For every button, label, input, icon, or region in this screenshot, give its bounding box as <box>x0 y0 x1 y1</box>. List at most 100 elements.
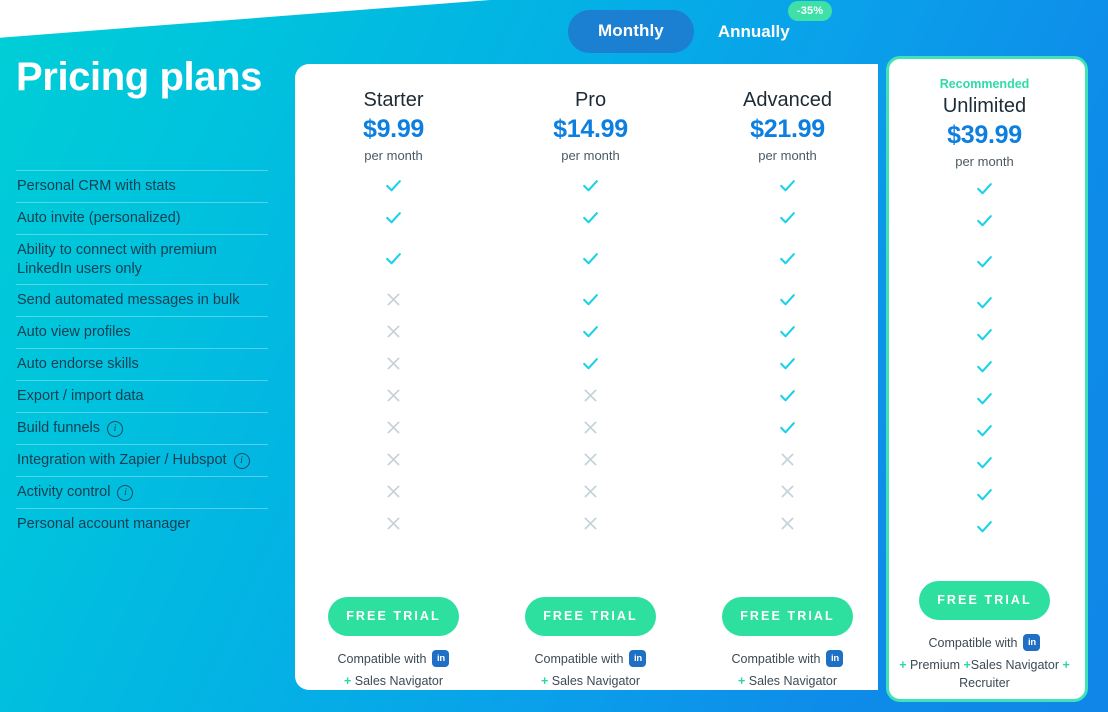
plan-header: Advanced $21.99 per month <box>689 64 886 163</box>
feature-row: Export / import data <box>16 380 268 412</box>
feature-row: Send automated messages in bulk <box>16 284 268 316</box>
feature-excluded-icon <box>295 283 492 315</box>
plan-feature-marks <box>295 169 492 539</box>
compatible-label: Compatible with <box>534 651 624 666</box>
toggle-annually-label: Annually <box>717 21 790 41</box>
page-title: Pricing plans <box>16 55 262 99</box>
compatibility-row: Compatible with in <box>492 650 689 667</box>
linkedin-icon: in <box>432 650 450 667</box>
feature-excluded-icon <box>295 475 492 507</box>
feature-included-icon <box>886 286 1083 318</box>
plan-period: per month <box>364 148 423 163</box>
feature-included-icon <box>689 201 886 233</box>
plan-header: Pro $14.99 per month <box>492 64 689 163</box>
feature-label: Send automated messages in bulk <box>17 292 240 308</box>
feature-included-icon <box>886 446 1083 478</box>
pricing-page: Monthly Annually -35% Pricing plans Pers… <box>0 0 1108 712</box>
plan-column-advanced: Advanced $21.99 per month FREE TRIAL Compati… <box>689 64 886 710</box>
feature-label: Integration with Zapier / Hubspot <box>17 452 227 468</box>
feature-included-icon <box>689 233 886 283</box>
feature-row: Auto endorse skills <box>16 348 268 380</box>
plan-addons: + Sales Navigator <box>540 674 641 688</box>
feature-excluded-icon <box>689 507 886 539</box>
feature-included-icon <box>492 233 689 283</box>
feature-included-icon <box>492 283 689 315</box>
feature-row: Activity control i <box>16 476 268 508</box>
feature-excluded-icon <box>492 475 689 507</box>
compatibility-row: Compatible with in <box>886 634 1083 651</box>
feature-included-icon <box>886 236 1083 286</box>
plan-footer: FREE TRIAL Compatible with in + Sales Navig… <box>492 597 689 690</box>
feature-included-icon <box>689 283 886 315</box>
plan-footer: FREE TRIAL Compatible with in + Sales Navig… <box>295 597 492 690</box>
plan-period: per month <box>758 148 817 163</box>
compatibility-row: Compatible with in <box>295 650 492 667</box>
feature-label: Activity control <box>17 484 111 500</box>
plan-column-unlimited: Recommended Unlimited $39.99 per month FREE … <box>886 64 1083 710</box>
recommended-badge: Recommended <box>939 77 1030 91</box>
linkedin-icon: in <box>826 650 844 667</box>
plan-price: $14.99 <box>553 115 628 143</box>
feature-excluded-icon <box>492 507 689 539</box>
plan-feature-marks <box>492 169 689 539</box>
feature-label: Export / import data <box>17 388 144 404</box>
plan-name: Pro <box>574 89 607 111</box>
feature-label: Personal CRM with stats <box>17 178 176 194</box>
feature-row: Build funnels i <box>16 412 268 444</box>
compatibility-row: Compatible with in <box>689 650 886 667</box>
feature-included-icon <box>689 169 886 201</box>
plan-price: $21.99 <box>750 115 825 143</box>
info-icon[interactable]: i <box>117 484 134 501</box>
feature-included-icon <box>886 350 1083 382</box>
toggle-annually[interactable]: Annually -35% <box>717 0 833 42</box>
plan-header: Recommended Unlimited $39.99 per month <box>886 64 1083 169</box>
feature-included-icon <box>295 201 492 233</box>
feature-included-icon <box>492 315 689 347</box>
plan-addons: + Sales Navigator <box>737 674 838 688</box>
feature-excluded-icon <box>689 443 886 475</box>
feature-included-icon <box>689 379 886 411</box>
toggle-monthly[interactable]: Monthly <box>568 10 694 53</box>
feature-included-icon <box>886 478 1083 510</box>
feature-excluded-icon <box>492 443 689 475</box>
free-trial-button[interactable]: FREE TRIAL <box>919 581 1050 620</box>
plan-period: per month <box>561 148 620 163</box>
feature-excluded-icon <box>295 507 492 539</box>
feature-label: Auto view profiles <box>17 324 131 340</box>
plan-column-starter: Starter $9.99 per month FREE TRIAL Compatibl… <box>295 64 492 710</box>
plan-addons: + Premium +Sales Navigator + Recruiter <box>899 658 1070 690</box>
plan-price: $9.99 <box>362 115 425 143</box>
feature-row: Auto view profiles <box>16 316 268 348</box>
feature-row: Personal CRM with stats <box>16 170 268 202</box>
free-trial-button[interactable]: FREE TRIAL <box>722 597 853 636</box>
discount-badge: -35% <box>787 0 833 21</box>
plan-footer: FREE TRIAL Compatible with in + Sales Navig… <box>689 597 886 690</box>
free-trial-button[interactable]: FREE TRIAL <box>525 597 656 636</box>
plan-columns: Starter $9.99 per month FREE TRIAL Compatibl… <box>295 64 1088 710</box>
feature-row: Ability to connect with premium LinkedIn… <box>16 234 268 284</box>
plan-header: Starter $9.99 per month <box>295 64 492 163</box>
feature-label: Auto invite (personalized) <box>17 210 181 226</box>
feature-included-icon <box>886 414 1083 446</box>
plan-name: Unlimited <box>942 95 1027 117</box>
info-icon[interactable]: i <box>107 420 124 437</box>
feature-excluded-icon <box>492 411 689 443</box>
plan-addons: + Sales Navigator <box>343 674 444 688</box>
feature-included-icon <box>689 347 886 379</box>
feature-excluded-icon <box>295 411 492 443</box>
info-icon[interactable]: i <box>233 452 250 469</box>
feature-label: Personal account manager <box>17 516 191 532</box>
feature-included-icon <box>886 318 1083 350</box>
feature-excluded-icon <box>295 379 492 411</box>
compatible-label: Compatible with <box>731 651 821 666</box>
compatible-label: Compatible with <box>337 651 427 666</box>
feature-excluded-icon <box>689 475 886 507</box>
feature-excluded-icon <box>295 347 492 379</box>
plan-footer: FREE TRIAL Compatible with in + Premium +Sa… <box>886 581 1083 692</box>
feature-row: Personal account manager <box>16 508 268 540</box>
feature-list: Personal CRM with stats Auto invite (pers… <box>16 170 268 540</box>
free-trial-button[interactable]: FREE TRIAL <box>328 597 459 636</box>
linkedin-icon: in <box>1023 634 1041 651</box>
feature-included-icon <box>492 169 689 201</box>
feature-included-icon <box>886 382 1083 414</box>
